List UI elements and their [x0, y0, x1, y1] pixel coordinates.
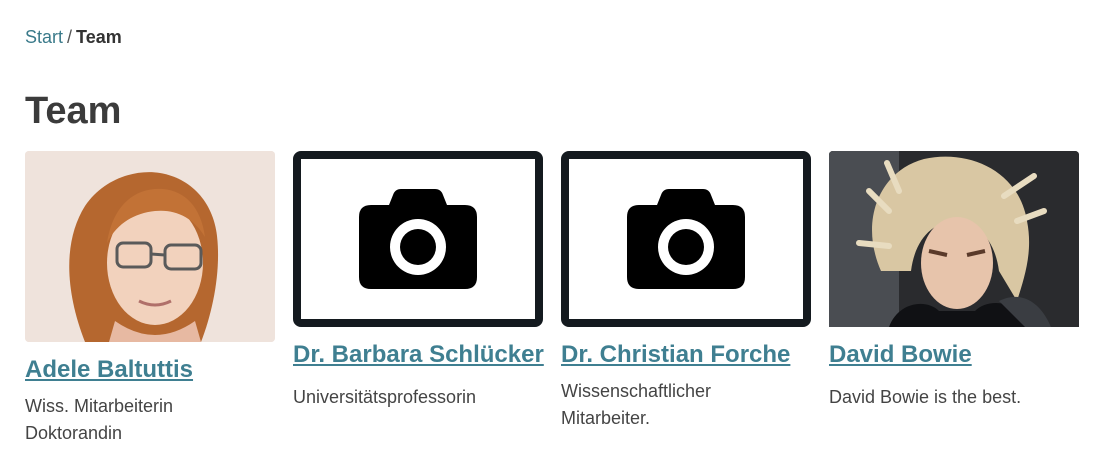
team-card: Dr. Barbara Schlücker Universitätsprofes… [293, 151, 544, 447]
team-card: Dr. Christian Forche Wissenschaftlicher … [561, 151, 811, 447]
member-photo[interactable] [561, 151, 811, 327]
member-description-line: Wissenschaftlicher [561, 381, 712, 401]
breadcrumb-separator: / [67, 27, 73, 47]
team-card: David Bowie David Bowie is the best. [829, 151, 1079, 447]
camera-placeholder-icon [627, 189, 745, 289]
team-card: Adele Baltuttis Wiss. Mitarbeiterin Dokt… [25, 151, 275, 447]
member-name-link[interactable]: Dr. Barbara Schlücker [293, 340, 544, 370]
member-description-line: David Bowie is the best. [829, 387, 1022, 407]
breadcrumb-current: Team [76, 27, 122, 47]
camera-placeholder-icon [359, 189, 477, 289]
member-photo[interactable] [829, 151, 1079, 327]
member-description: David Bowie is the best. [829, 384, 1079, 411]
member-photo[interactable] [25, 151, 275, 342]
breadcrumb-home-link[interactable]: Start [25, 27, 63, 47]
member-description: Universitätsprofessorin [293, 384, 543, 411]
team-grid: Adele Baltuttis Wiss. Mitarbeiterin Dokt… [25, 151, 1079, 447]
page-title: Team [25, 90, 122, 132]
member-name-link[interactable]: David Bowie [829, 340, 1079, 370]
member-name-link[interactable]: Dr. Christian Forche [561, 340, 811, 370]
breadcrumb: Start / Team [25, 26, 122, 48]
member-name-link[interactable]: Adele Baltuttis [25, 355, 275, 385]
member-description: Wiss. Mitarbeiterin Doktorandin [25, 393, 275, 447]
member-description: Wissenschaftlicher Mitarbeiter. [561, 378, 811, 432]
member-description-line: Doktorandin [25, 423, 123, 443]
portrait-photo [25, 151, 275, 342]
member-photo[interactable] [293, 151, 543, 327]
member-description-line: Universitätsprofessorin [293, 387, 477, 407]
member-description-line: Wiss. Mitarbeiterin [25, 396, 174, 416]
portrait-photo [829, 151, 1079, 327]
member-description-line: Mitarbeiter. [561, 408, 651, 428]
